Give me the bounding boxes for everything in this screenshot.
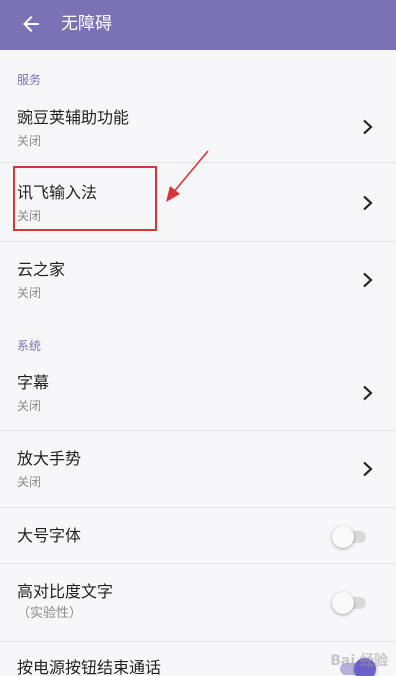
app-bar: 无障碍 — [0, 0, 396, 50]
page-title: 无障碍 — [61, 14, 112, 34]
chevron-right-icon — [363, 119, 373, 135]
item-status: 关闭 — [17, 286, 42, 300]
item-title: 大号字体 — [17, 526, 82, 545]
high-contrast-toggle[interactable] — [332, 592, 370, 614]
system-item-captions[interactable]: 字幕 关闭 — [0, 358, 396, 428]
divider — [0, 430, 396, 431]
section-header-system: 系统 — [17, 339, 42, 353]
service-item-yunzhijia[interactable]: 云之家 关闭 — [0, 244, 396, 316]
system-item-large-text[interactable]: 大号字体 — [0, 510, 396, 562]
large-text-toggle[interactable] — [332, 526, 370, 548]
annotation-arrow-icon — [166, 150, 209, 202]
item-subtitle: （实验性） — [17, 606, 83, 621]
item-status: 关闭 — [17, 134, 42, 148]
item-title: 云之家 — [17, 260, 66, 279]
item-status: 关闭 — [17, 475, 42, 489]
watermark: Bai 经验 — [330, 653, 388, 669]
chevron-right-icon — [363, 385, 373, 401]
item-status: 关闭 — [17, 399, 42, 413]
system-item-magnification[interactable]: 放大手势 关闭 — [0, 433, 396, 505]
divider — [0, 241, 396, 242]
divider — [0, 641, 396, 642]
item-title: 放大手势 — [17, 449, 82, 468]
divider — [0, 563, 396, 564]
chevron-right-icon — [363, 461, 373, 477]
item-title: 字幕 — [17, 373, 50, 392]
annotation-highlight-box — [13, 166, 157, 231]
item-title: 豌豆荚辅助功能 — [17, 108, 130, 127]
item-title: 高对比度文字 — [17, 582, 114, 601]
chevron-right-icon — [363, 272, 373, 288]
chevron-right-icon — [363, 195, 373, 211]
item-title: 按电源按钮结束通话 — [17, 658, 162, 676]
system-item-high-contrast[interactable]: 高对比度文字 （实验性） — [0, 566, 396, 640]
section-header-services: 服务 — [17, 73, 42, 87]
divider — [0, 507, 396, 508]
back-arrow-icon[interactable] — [19, 12, 43, 36]
